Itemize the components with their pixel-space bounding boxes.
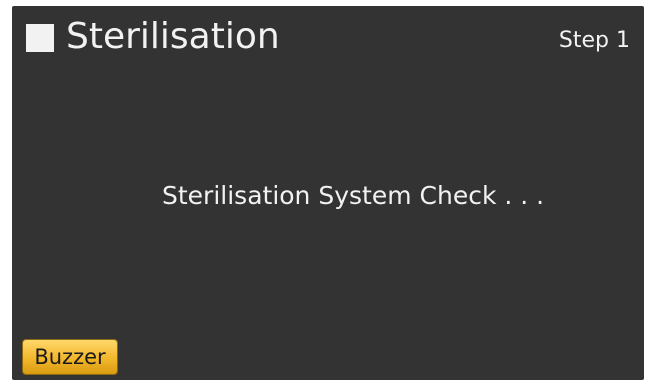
page-title: Sterilisation (66, 16, 280, 57)
status-message: Sterilisation System Check . . . (162, 181, 545, 210)
square-icon (26, 24, 54, 52)
display-screen: Sterilisation Step 1 Sterilisation Syste… (12, 6, 644, 380)
buzzer-button[interactable]: Buzzer (22, 339, 118, 375)
step-indicator: Step 1 (558, 28, 630, 53)
